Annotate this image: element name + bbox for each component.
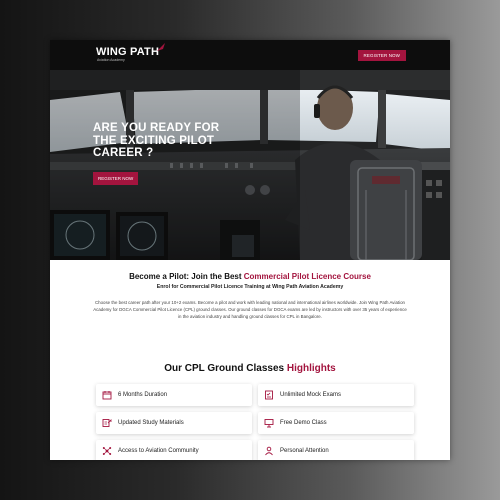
intro-subheading: Enrol for Commercial Pilot Licence Train… bbox=[156, 284, 344, 290]
document-icon bbox=[102, 418, 112, 428]
highlight-label: Personal Attention bbox=[280, 448, 329, 454]
person-icon bbox=[264, 446, 274, 456]
highlights-heading: Our CPL Ground Classes Highlights bbox=[164, 363, 336, 374]
hero-section: ARE YOU READY FOR THE EXCITING PILOT CAR… bbox=[50, 70, 450, 260]
intro-section: Become a Pilot: Join the Best Commercial… bbox=[50, 260, 450, 320]
presentation-icon bbox=[264, 418, 274, 428]
highlight-card: Personal Attention bbox=[258, 440, 414, 460]
cockpit-hero-image bbox=[50, 70, 450, 260]
highlight-card: Unlimited Mock Exams bbox=[258, 384, 414, 406]
highlight-label: Access to Aviation Community bbox=[118, 448, 199, 454]
logo-subtitle: Aviation Academy bbox=[97, 58, 125, 63]
top-navbar: WING PATH Aviation Academy REGISTER NOW bbox=[50, 40, 450, 70]
highlight-label: Free Demo Class bbox=[280, 420, 327, 426]
hero-title: ARE YOU READY FOR THE EXCITING PILOT CAR… bbox=[93, 122, 220, 159]
highlight-card: Free Demo Class bbox=[258, 412, 414, 434]
highlight-card: 6 Months Duration bbox=[96, 384, 252, 406]
intro-paragraph: Choose the best career path after your 1… bbox=[93, 300, 407, 319]
logo[interactable]: WING PATH Aviation Academy bbox=[96, 43, 166, 63]
highlight-label: 6 Months Duration bbox=[118, 392, 168, 398]
highlight-label: Updated Study Materials bbox=[118, 420, 184, 426]
logo-text: WING PATH bbox=[96, 43, 166, 58]
hero-register-button[interactable]: REGISTER NOW bbox=[93, 172, 139, 185]
highlight-card: Access to Aviation Community bbox=[96, 440, 252, 460]
landing-page: WING PATH Aviation Academy REGISTER NOW bbox=[50, 40, 450, 460]
highlights-grid: 6 Months Duration Unlimited Mock Exams U… bbox=[96, 384, 414, 460]
calendar-icon bbox=[102, 390, 112, 400]
logo-swoosh-icon bbox=[157, 43, 166, 52]
highlight-label: Unlimited Mock Exams bbox=[280, 392, 342, 398]
checklist-icon bbox=[264, 390, 274, 400]
highlight-card: Updated Study Materials bbox=[96, 412, 252, 434]
intro-heading: Become a Pilot: Join the Best Commercial… bbox=[129, 272, 371, 281]
network-icon bbox=[102, 446, 112, 456]
nav-register-button[interactable]: REGISTER NOW bbox=[357, 49, 406, 61]
